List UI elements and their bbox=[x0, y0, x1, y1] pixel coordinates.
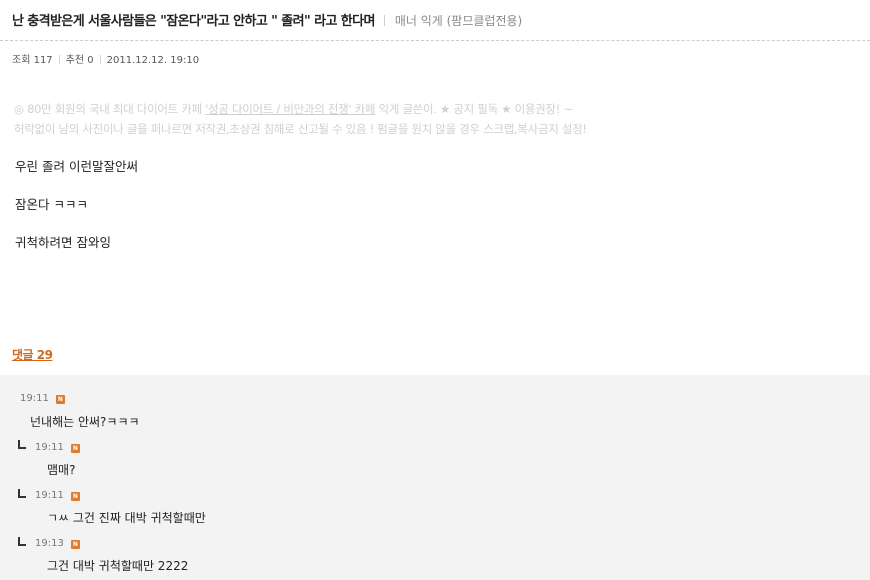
post-title: 난 충격받은게 서울사람들은 "잠온다"라고 안하고 " 졸려" 라고 한다며 bbox=[12, 14, 375, 29]
comment-time: 19:11 bbox=[35, 442, 64, 453]
recommend-count: 추천 0 bbox=[65, 55, 94, 66]
post-date: 2011.12.12. 19:10 bbox=[106, 55, 200, 66]
new-badge-icon: N bbox=[70, 540, 80, 549]
cafe-name-link[interactable]: '성공 다이어트 / 비만과의 전쟁' 카페 bbox=[205, 102, 375, 116]
notice-line-1: ◎ 80만 회원의 국내 최대 다이어트 카페 '성공 다이어트 / 비만과의 … bbox=[14, 99, 864, 119]
reply-arrow-icon bbox=[18, 489, 26, 498]
comment-meta: 19:11 N bbox=[20, 393, 65, 404]
new-badge-icon: N bbox=[70, 492, 80, 501]
comment-meta: 19:11 N bbox=[35, 490, 80, 501]
reply-arrow-icon bbox=[18, 440, 26, 449]
comment-time: 19:11 bbox=[35, 490, 64, 501]
view-count: 조회 117 bbox=[12, 55, 53, 66]
comment-meta: 19:13 N bbox=[35, 538, 80, 549]
comment-text: 맴매? bbox=[47, 463, 76, 477]
board-name-link[interactable]: 매너 익게 (팜므클럽전용) bbox=[395, 14, 522, 28]
new-badge-icon: N bbox=[70, 444, 80, 453]
post-title-row: 난 충격받은게 서울사람들은 "잠온다"라고 안하고 " 졸려" 라고 한다며 매… bbox=[12, 10, 870, 30]
reply-arrow-icon bbox=[18, 537, 26, 546]
comment-text: 그건 대박 귀척할때만 2222 bbox=[47, 559, 189, 573]
notice-suffix: 익게 글쓴이. ★ 공지 필독 ★ 이용권장! ~ bbox=[375, 102, 573, 116]
post-body-line: 우린 졸려 이런말잘안써 bbox=[15, 159, 138, 174]
post-body-line: 귀척하려면 잠와잉 bbox=[15, 235, 111, 250]
comment-text: 넌내해는 안써?ㅋㅋㅋ bbox=[30, 415, 140, 429]
notice-line-2: 허락없이 남의 사진이나 글을 퍼나르면 저작권,초상권 침해로 신고될 수 있… bbox=[14, 122, 587, 136]
post-body-line: 잠온다 ㅋㅋㅋ bbox=[15, 197, 88, 212]
title-dashed-divider bbox=[0, 40, 870, 41]
title-divider bbox=[383, 15, 385, 26]
post-meta: 조회 117 추천 0 2011.12.12. 19:10 bbox=[12, 51, 199, 66]
comment-meta: 19:11 N bbox=[35, 442, 80, 453]
comment-list: 19:11 N 넌내해는 안써?ㅋㅋㅋ 19:11 N 맴매? 19:11 N ㄱㅆ … bbox=[0, 375, 870, 580]
comment-text: ㄱㅆ 그건 진짜 대박 귀척할때만 bbox=[47, 511, 206, 525]
comment-time: 19:11 bbox=[20, 393, 49, 404]
comment-count-link[interactable]: 댓글 29 bbox=[12, 346, 53, 363]
notice-prefix: ◎ 80만 회원의 국내 최대 다이어트 카페 bbox=[14, 102, 206, 116]
meta-divider bbox=[58, 55, 60, 64]
meta-divider bbox=[99, 55, 101, 64]
comment-time: 19:13 bbox=[35, 538, 64, 549]
cafe-notice: ◎ 80만 회원의 국내 최대 다이어트 카페 '성공 다이어트 / 비만과의 … bbox=[14, 99, 864, 139]
new-badge-icon: N bbox=[55, 395, 65, 404]
